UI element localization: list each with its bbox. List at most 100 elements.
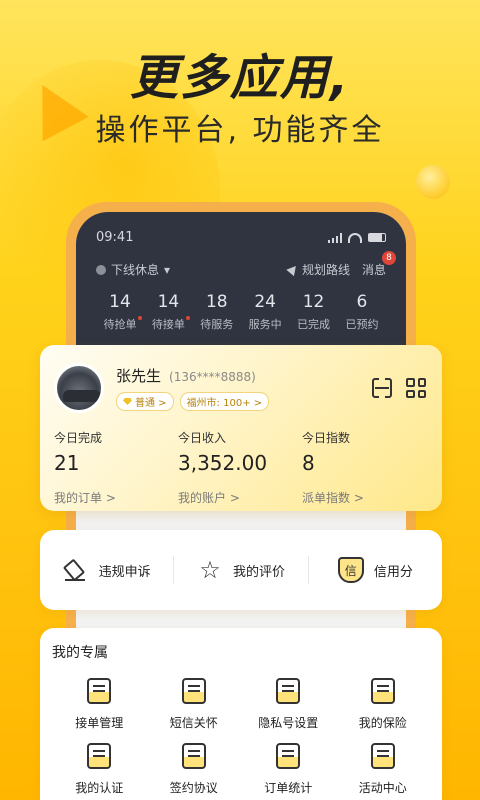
stat-label: 待接单 (152, 316, 190, 332)
mode-label: 下线休息 (111, 263, 160, 277)
grid-item-my-certification[interactable]: 我的认证 (52, 743, 147, 796)
grid-label: 短信关怀 (169, 716, 218, 730)
scan-icon[interactable] (372, 378, 392, 398)
star-icon: ☆ (199, 556, 221, 584)
exclusive-card: 我的专属 接单管理 短信关怀 隐私号设置 我的保险 我的认证 签约协议 订单统计… (40, 628, 442, 800)
metric-label: 今日完成 (54, 431, 103, 445)
contract-icon (181, 743, 206, 769)
stat-reserved[interactable]: 6 已预约 (338, 292, 386, 332)
profile-actions (372, 378, 426, 398)
grid-item-order-statistics[interactable]: 订单统计 (241, 743, 336, 796)
avatar[interactable] (54, 363, 104, 413)
exclusive-grid: 接单管理 短信关怀 隐私号设置 我的保险 我的认证 签约协议 订单统计 活动中心 (52, 678, 430, 796)
metric-label: 今日收入 (178, 431, 227, 445)
status-icons (328, 232, 386, 243)
metric-value: 8 (302, 451, 315, 475)
mode-actions: 规划路线 消息 8 (286, 251, 396, 278)
city-rank-tag[interactable]: 福州市: 100+ > (179, 392, 270, 411)
shield-phone-icon (276, 678, 301, 704)
route-button[interactable]: 规划路线 (286, 261, 350, 278)
stat-grab[interactable]: 14 待抢单 (96, 292, 144, 332)
grid-label: 订单统计 (264, 781, 313, 795)
navigation-arrow-icon (286, 262, 300, 277)
stat-value: 18 (205, 292, 228, 312)
stat-in-service[interactable]: 24 服务中 (241, 292, 289, 332)
grid-item-order-management[interactable]: 接单管理 (52, 678, 147, 731)
level-tag-label: 普通 > (135, 398, 167, 409)
status-bar: 09:41 (96, 230, 386, 245)
red-dot-icon (137, 316, 142, 320)
credit-shield-icon: 信 (337, 557, 364, 583)
bar-chart-icon (276, 743, 301, 769)
grid-label: 签约协议 (169, 781, 218, 795)
level-tag[interactable]: 普通 > (116, 392, 174, 411)
driver-phone: (136****8888) (169, 370, 256, 384)
appeal-label: 违规申诉 (98, 564, 151, 580)
driver-name: 张先生 (116, 367, 162, 385)
grid-label: 隐私号设置 (258, 716, 319, 730)
grid-label: 接单管理 (75, 716, 124, 730)
driver-status-panel: 09:41 下线休息 ▾ 规划路线 消息 8 14 待抢单 14 待接单 18 … (76, 212, 406, 362)
grid-item-privacy-number[interactable]: 隐私号设置 (241, 678, 336, 731)
stat-label: 服务中 (248, 318, 282, 331)
battery-icon (368, 233, 386, 242)
stat-value: 14 (157, 292, 180, 312)
stat-value: 14 (109, 292, 131, 312)
stat-value: 6 (356, 292, 368, 312)
my-rating-label: 我的评价 (232, 564, 285, 580)
grid-label: 我的认证 (75, 781, 124, 795)
qr-code-icon[interactable] (406, 378, 426, 398)
gift-icon (370, 743, 395, 769)
credit-score-label: 信用分 (373, 564, 413, 580)
stat-label: 已完成 (297, 318, 331, 331)
my-orders-link[interactable]: 我的订单 > (54, 489, 178, 506)
grid-item-sms-care[interactable]: 短信关怀 (147, 678, 242, 731)
background-coin-icon (416, 165, 450, 199)
stat-label: 已预约 (345, 318, 379, 331)
stat-pending-service[interactable]: 18 待服务 (193, 292, 241, 332)
shortcut-card: 违规申诉 ☆ 我的评价 信 信用分 (40, 530, 442, 610)
message-badge: 8 (382, 251, 396, 265)
mode-toggle[interactable]: 下线休息 ▾ (96, 261, 170, 278)
phone-message-icon (181, 678, 206, 704)
grid-item-contract[interactable]: 签约协议 (147, 743, 242, 796)
mode-row: 下线休息 ▾ 规划路线 消息 8 (96, 251, 396, 278)
grid-item-activity-center[interactable]: 活动中心 (336, 743, 431, 796)
offline-dot-icon (96, 264, 106, 275)
daily-metrics: 今日完成 21 我的订单 > 今日收入 3,352.00 我的账户 > 今日指数… (54, 429, 426, 506)
credit-score-button[interactable]: 信 信用分 (309, 557, 442, 583)
message-label: 消息 (361, 263, 386, 277)
clipboard-icon (87, 678, 112, 704)
wifi-icon (348, 232, 362, 243)
stat-completed[interactable]: 12 已完成 (290, 292, 338, 332)
stat-label: 待服务 (200, 318, 234, 331)
grid-item-my-insurance[interactable]: 我的保险 (336, 678, 431, 731)
stat-accept[interactable]: 14 待接单 (144, 292, 192, 332)
my-account-link[interactable]: 我的账户 > (178, 489, 302, 506)
profile-info: 张先生 (136****8888) 普通 > 福州市: 100+ > (116, 365, 372, 411)
hammer-icon (63, 557, 89, 583)
stat-value: 12 (302, 292, 325, 312)
appeal-button[interactable]: 违规申诉 (40, 557, 173, 583)
exclusive-title: 我的专属 (52, 645, 108, 661)
message-button[interactable]: 消息 8 (361, 251, 396, 278)
dispatch-index-link[interactable]: 派单指数 > (302, 489, 426, 506)
signal-icon (328, 232, 342, 243)
gem-icon (123, 398, 132, 405)
metric-label: 今日指数 (302, 431, 351, 445)
stat-value: 24 (254, 292, 276, 312)
route-label: 规划路线 (301, 263, 350, 277)
id-card-icon (87, 743, 112, 769)
metric-value: 21 (54, 451, 80, 475)
red-dot-icon (185, 316, 190, 320)
metric-value: 3,352.00 (178, 451, 268, 475)
metric-completed: 今日完成 21 我的订单 > (54, 429, 178, 506)
status-time: 09:41 (96, 230, 134, 245)
grid-label: 我的保险 (358, 716, 407, 730)
hero-title: 更多应用, (129, 50, 351, 106)
my-rating-button[interactable]: ☆ 我的评价 (174, 557, 307, 583)
grid-label: 活动中心 (358, 781, 407, 795)
insurance-check-icon (370, 678, 395, 704)
metric-index: 今日指数 8 派单指数 > (302, 429, 426, 506)
hero-subtitle: 操作平台, 功能齐全 (95, 113, 385, 148)
